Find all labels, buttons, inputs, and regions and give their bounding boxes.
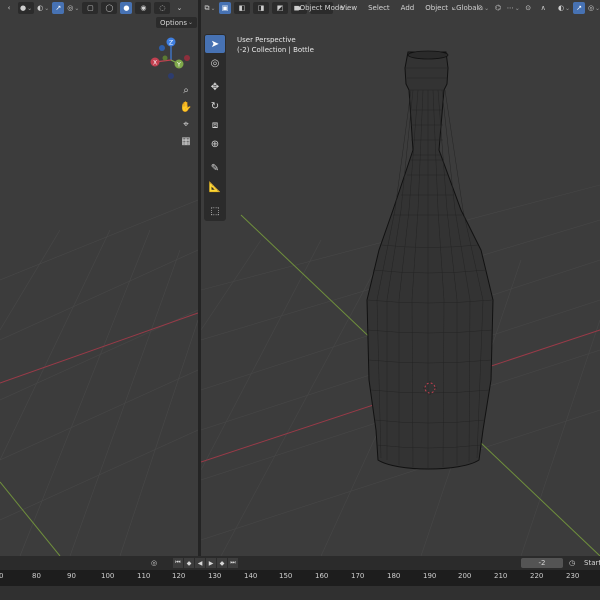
left-viewport-header: ‹ ● ⌄ ◐ ⌄ ↗ ◎ ⌄ ▢ ◯ ● ◉ ◌ ⌄ <box>0 0 198 16</box>
playback-controls: ⏮ ◆ ◀ ▶ ◆ ⏭ <box>173 558 239 568</box>
zoom-icon[interactable]: ⌕ <box>179 83 193 97</box>
xray-icon[interactable]: ▢ <box>82 2 99 14</box>
gizmo-z-label: Z <box>169 39 173 46</box>
left-viewport[interactable]: ‹ ● ⌄ ◐ ⌄ ↗ ◎ ⌄ ▢ ◯ ● ◉ ◌ ⌄ Options ⌄ Z X Y … <box>0 0 198 556</box>
options-label: Options <box>160 18 188 27</box>
bottle-mesh[interactable] <box>366 50 494 470</box>
ruler-tick: 80 <box>32 572 41 580</box>
options-dropdown[interactable]: Options ⌄ <box>156 17 198 28</box>
ruler-tick: 90 <box>67 572 76 580</box>
collapse-icon[interactable]: ‹ <box>3 2 15 14</box>
shading-material-icon[interactable]: ◉ <box>135 2 152 14</box>
right-viewport-grid <box>201 50 600 556</box>
play-icon[interactable]: ▶ <box>206 558 216 568</box>
snap-target-icon[interactable]: ⋯ ⌄ <box>507 2 520 14</box>
gizmo-toggle-icon-right[interactable]: ↗ <box>573 2 585 14</box>
annotate-tool-icon[interactable]: ✎ <box>205 159 225 177</box>
perspective-grid-icon[interactable]: ▦ <box>179 134 193 148</box>
camera-view-icon[interactable]: ⌖ <box>179 117 193 131</box>
ruler-tick: 130 <box>208 572 222 580</box>
keying-icon[interactable]: ◎ <box>148 557 160 569</box>
ruler-tick: 160 <box>315 572 329 580</box>
select-box-mode-icon[interactable]: ▣ <box>219 2 231 14</box>
view-name-label: User Perspective <box>237 36 296 44</box>
visibility-icon-right[interactable]: ◐ ⌄ <box>558 2 570 14</box>
ruler-tick: 0 <box>0 572 4 580</box>
clock-icon: ◷ <box>568 559 576 567</box>
select-cursor-icon[interactable]: ➤ <box>205 35 225 53</box>
ruler-tick: 200 <box>458 572 472 580</box>
jump-prev-key-icon[interactable]: ◆ <box>184 558 194 568</box>
right-viewport[interactable]: ⧉⌄ ▣ ◧ ◨ ◩ ▪ ◼ Object Mode⌄ View Select … <box>201 0 600 556</box>
measure-tool-icon[interactable]: 📐 <box>205 178 225 196</box>
pivot-point-icon[interactable]: ⊘ ⌄ <box>477 2 489 14</box>
menu-add[interactable]: Add <box>397 4 419 12</box>
jump-start-icon[interactable]: ⏮ <box>173 558 183 568</box>
menu-view[interactable]: View <box>336 4 361 12</box>
ruler-tick: 230 <box>566 572 580 580</box>
gizmo-y-label: Y <box>176 61 181 68</box>
overlays-icon[interactable]: ◎ ⌄ <box>67 2 79 14</box>
collection-object-label: (-2) Collection | Bottle <box>237 46 314 54</box>
shading-rendered-icon[interactable]: ◌ <box>154 2 171 14</box>
editor-type-icon[interactable]: ⧉ ⌄ <box>204 2 216 14</box>
select-extend-icon[interactable]: ◧ <box>234 2 250 14</box>
current-frame-field[interactable]: -2 <box>521 558 563 568</box>
object-mode-dropdown[interactable]: ◼ Object Mode⌄ <box>294 2 350 14</box>
select-subtract-icon[interactable]: ◨ <box>253 2 269 14</box>
ruler-tick: 140 <box>244 572 258 580</box>
navigation-gizmo[interactable]: Z X Y <box>147 36 195 84</box>
transform-tool-icon[interactable]: ⊕ <box>205 135 225 153</box>
ruler-tick: 150 <box>279 572 293 580</box>
rotate-tool-icon[interactable]: ↻ <box>205 97 225 115</box>
tool-shelf: ➤ ◎ ✥ ↻ ⧈ ⊕ ✎ 📐 ⬚ <box>204 34 226 221</box>
scale-tool-icon[interactable]: ⧈ <box>205 116 225 134</box>
move-tool-icon[interactable]: ✥ <box>205 78 225 96</box>
right-viewport-header: ⧉⌄ ▣ ◧ ◨ ◩ ▪ ◼ Object Mode⌄ View Select … <box>201 0 600 16</box>
ruler-tick: 220 <box>530 572 544 580</box>
pan-hand-icon[interactable]: ✋ <box>179 100 193 114</box>
ruler-tick: 210 <box>494 572 508 580</box>
cursor-3d-tool-icon[interactable]: ◎ <box>205 54 225 72</box>
ruler-tick: 110 <box>137 572 151 580</box>
mode-dot-icon[interactable]: ● ⌄ <box>18 2 35 14</box>
play-reverse-icon[interactable]: ◀ <box>195 558 205 568</box>
jump-next-key-icon[interactable]: ◆ <box>217 558 227 568</box>
timeline-ruler[interactable]: 0 80 90 100 110 120 130 140 150 160 170 … <box>0 570 600 586</box>
ruler-tick: 120 <box>172 572 186 580</box>
shading-wireframe-icon[interactable]: ◯ <box>101 2 118 14</box>
proportional-edit-icon[interactable]: ⊙ <box>522 2 534 14</box>
start-frame-label[interactable]: Start <box>584 559 600 567</box>
timeline-header: ◎ ⏮ ◆ ◀ ▶ ◆ ⏭ -2 ◷ Start <box>0 556 600 570</box>
shading-solid-icon[interactable]: ● <box>120 2 133 14</box>
gizmo-toggle-icon[interactable]: ↗ <box>52 2 65 14</box>
visibility-icon[interactable]: ◐ ⌄ <box>37 2 49 14</box>
select-invert-icon[interactable]: ◩ <box>272 2 288 14</box>
gizmo-x-label: X <box>153 59 157 66</box>
ruler-tick: 180 <box>387 572 401 580</box>
shading-options-icon[interactable]: ⌄ <box>173 2 185 14</box>
ruler-tick: 100 <box>101 572 115 580</box>
ruler-tick: 170 <box>351 572 365 580</box>
snap-icon[interactable]: ⌬ <box>492 2 504 14</box>
add-cube-tool-icon[interactable]: ⬚ <box>205 202 225 220</box>
transform-orientation-label: Global <box>456 4 479 12</box>
jump-end-icon[interactable]: ⏭ <box>228 558 238 568</box>
transform-orientation-dropdown[interactable]: ⟀ Global ⌄ <box>452 2 485 14</box>
ruler-tick: 190 <box>423 572 437 580</box>
menu-select[interactable]: Select <box>364 4 394 12</box>
menu-object[interactable]: Object <box>421 4 452 12</box>
falloff-icon[interactable]: ∧ <box>537 2 549 14</box>
overlays-icon-right[interactable]: ◎ ⌄ <box>588 2 600 14</box>
timeline-body[interactable] <box>0 586 600 600</box>
